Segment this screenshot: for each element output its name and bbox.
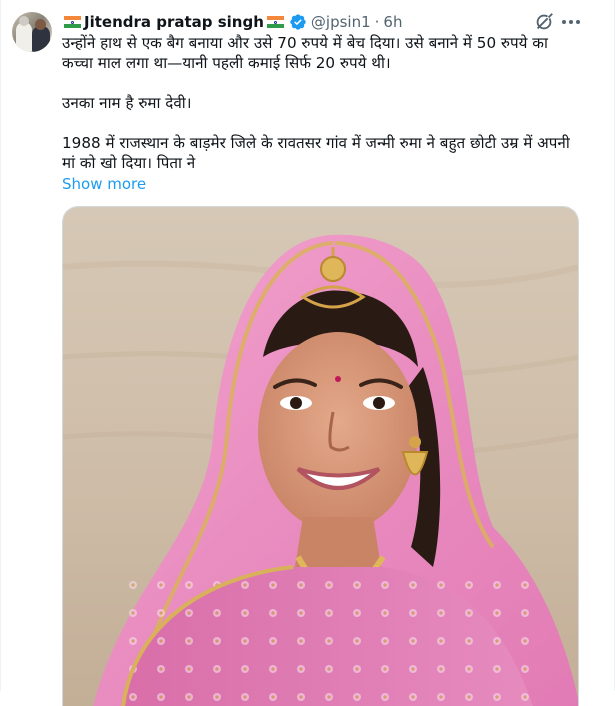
- timeline-divider-left: [0, 0, 1, 691]
- tweet-photo[interactable]: [62, 206, 579, 706]
- avatar[interactable]: [12, 12, 52, 52]
- grok-icon[interactable]: [533, 11, 555, 33]
- india-flag-icon: [64, 16, 81, 28]
- tweet-paragraph-2: उनका नाम है रुमा देवी।: [62, 94, 192, 112]
- tweet-header: Jitendra pratap singh @jpsin1 · 6h: [62, 12, 402, 32]
- tweet-article[interactable]: Jitendra pratap singh @jpsin1 · 6h उन्हो…: [0, 0, 615, 706]
- avatar-head-right: [35, 19, 46, 30]
- photo-illustration: [63, 207, 578, 706]
- avatar-head-left: [19, 16, 29, 26]
- avatar-figure-left: [16, 22, 32, 52]
- header-separator: ·: [374, 13, 380, 31]
- tweet-text: उन्होंने हाथ से एक बैग बनाया और उसे 70 र…: [62, 33, 582, 173]
- show-more-link[interactable]: Show more: [62, 174, 146, 194]
- tweet-paragraph-1: उन्होंने हाथ से एक बैग बनाया और उसे 70 र…: [62, 34, 548, 72]
- india-flag-icon: [266, 16, 284, 28]
- more-icon[interactable]: [559, 13, 583, 31]
- author-display-name[interactable]: Jitendra pratap singh: [84, 12, 264, 32]
- author-handle[interactable]: @jpsin1: [311, 12, 371, 32]
- tweet-paragraph-3: 1988 में राजस्थान के बाड़मेर जिले के राव…: [62, 134, 570, 172]
- verified-badge-icon: [290, 14, 306, 30]
- tweet-timestamp[interactable]: 6h: [383, 12, 402, 32]
